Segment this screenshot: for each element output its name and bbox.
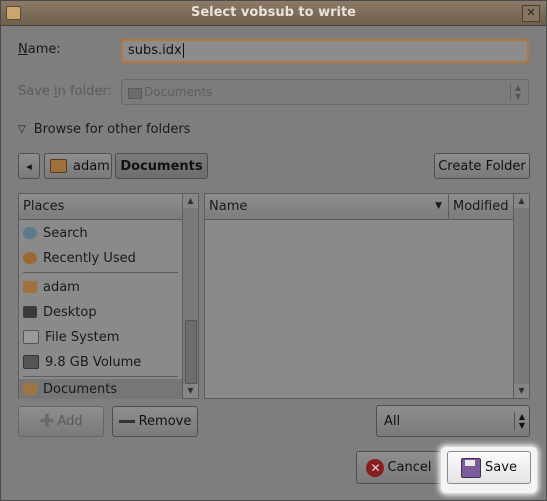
places-scrollbar[interactable]: ▲ ▼ [182, 194, 198, 398]
save-in-folder-label: Save in folder: [18, 84, 112, 99]
spin-arrows-icon: ▲ ▼ [510, 83, 525, 101]
desktop-icon [23, 306, 37, 318]
sort-arrow-icon: ▼ [435, 201, 442, 211]
place-label: Documents [43, 381, 118, 397]
place-item-recently-used[interactable]: Recently Used [19, 246, 182, 270]
scroll-up-icon[interactable]: ▲ [514, 194, 529, 208]
save-dialog: Select vobsub to write ✕ Name: subs.idx … [0, 0, 547, 501]
modified-column-header[interactable]: Modified [448, 194, 513, 220]
home-folder-icon [23, 281, 37, 293]
cancel-button[interactable]: ✕ Cancel [356, 451, 442, 484]
name-field-value: subs.idx [128, 43, 182, 58]
scroll-down-icon[interactable]: ▼ [183, 384, 198, 398]
places-panel: Places Search Recently Used adam Desktop… [18, 193, 199, 399]
close-icon[interactable]: ✕ [522, 5, 540, 22]
name-column-header[interactable]: Name ▼ [205, 194, 448, 220]
back-arrow-icon: ◂ [26, 159, 32, 173]
plus-icon: ✚ [39, 410, 55, 432]
create-folder-button[interactable]: Create Folder [434, 153, 530, 179]
modified-column-label: Modified [453, 199, 509, 214]
place-item-adam[interactable]: adam [19, 275, 182, 299]
add-label: Add [57, 414, 83, 429]
spin-arrows-icon: ▲ ▼ [513, 412, 525, 430]
path-crumb-adam[interactable]: adam [44, 153, 112, 179]
name-label: Name: [18, 42, 61, 57]
scroll-down-icon[interactable]: ▼ [514, 384, 529, 398]
browse-expander[interactable]: ▽ Browse for other folders [18, 122, 190, 137]
crumb-label: adam [73, 158, 110, 174]
cancel-icon: ✕ [366, 458, 385, 477]
place-label: Recently Used [43, 250, 136, 266]
place-label: File System [45, 329, 120, 345]
add-button[interactable]: ✚ Add [18, 406, 104, 437]
window-title: Select vobsub to write [190, 5, 356, 20]
home-folder-icon [50, 159, 67, 173]
place-item-volume[interactable]: 9.8 GB Volume [19, 350, 182, 374]
search-icon [23, 227, 37, 239]
path-back-button[interactable]: ◂ [18, 153, 40, 179]
places-header-label: Places [23, 199, 65, 214]
folder-icon [128, 88, 142, 99]
place-item-file-system[interactable]: File System [19, 325, 182, 349]
save-label: Save [485, 460, 517, 475]
places-separator [23, 376, 178, 377]
name-field[interactable]: subs.idx [121, 39, 529, 63]
filter-value: All [384, 413, 401, 429]
save-in-folder-combo[interactable]: Documents ▲ ▼ [121, 79, 529, 105]
place-item-desktop[interactable]: Desktop [19, 300, 182, 324]
place-item-search[interactable]: Search [19, 221, 182, 245]
places-scroll-thumb[interactable] [185, 320, 197, 384]
scroll-up-icon[interactable]: ▲ [183, 194, 198, 208]
recent-icon [23, 252, 37, 264]
folder-icon [23, 383, 37, 395]
crumb-label: Documents [120, 158, 203, 174]
place-label: 9.8 GB Volume [45, 354, 142, 370]
create-folder-label: Create Folder [438, 158, 526, 174]
places-separator [23, 272, 178, 273]
name-column-label: Name [209, 199, 248, 214]
remove-button[interactable]: Remove [112, 406, 198, 437]
files-scrollbar[interactable]: ▲ ▼ [513, 194, 529, 398]
place-item-documents[interactable]: Documents [19, 379, 182, 399]
cancel-label: Cancel [387, 460, 432, 475]
browse-label: Browse for other folders [33, 122, 191, 137]
title-bar: Select vobsub to write ✕ [1, 1, 546, 26]
save-in-folder-value: Documents [144, 85, 213, 99]
remove-label: Remove [138, 414, 192, 429]
drive-icon [23, 330, 39, 344]
floppy-disk-icon [461, 457, 482, 478]
place-label: Search [43, 225, 88, 241]
save-button[interactable]: Save [447, 451, 531, 484]
path-crumb-documents[interactable]: Documents [115, 153, 208, 179]
place-label: Desktop [43, 304, 97, 320]
volume-icon [23, 355, 39, 369]
places-header[interactable]: Places [19, 194, 182, 220]
file-filter-combo[interactable]: All ▲ ▼ [376, 405, 530, 437]
file-list-panel: Name ▼ Modified ▲ ▼ [204, 193, 530, 399]
minus-icon [118, 420, 135, 423]
place-label: adam [43, 279, 80, 295]
expander-arrow-icon: ▽ [18, 124, 26, 135]
